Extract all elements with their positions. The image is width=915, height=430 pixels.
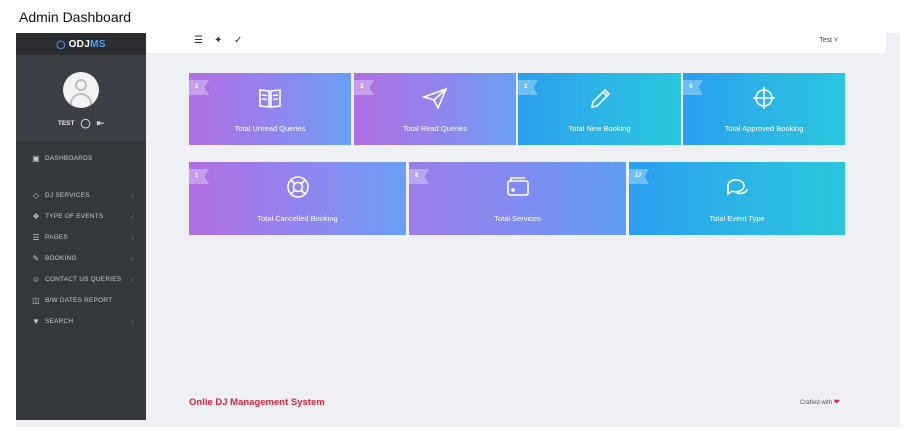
- sidebar-item-pages[interactable]: ☰ PAGES ‹: [16, 230, 146, 244]
- drop-icon: ◯: [56, 39, 66, 49]
- card-total-read-queries[interactable]: 3 Total Read Queries: [354, 73, 516, 145]
- layers-icon: ☰: [32, 232, 40, 242]
- sidebar-item-label: B/W DATES REPORT: [45, 296, 113, 304]
- crosshair-icon: [683, 86, 845, 115]
- book-icon: [189, 86, 351, 115]
- chevron-left-icon: ‹: [131, 232, 134, 242]
- sidebar-item-type-of-events[interactable]: ❖ TYPE OF EVENTS ‹: [16, 209, 146, 223]
- avatar-body-shape: [70, 93, 92, 107]
- card-label: Total Approved Booking: [724, 124, 804, 133]
- heart-icon: ❤: [833, 399, 840, 406]
- card-total-services[interactable]: 6 Total Services: [409, 162, 626, 235]
- sidebar-item-label: DASHBOARDS: [45, 154, 93, 162]
- chat-icon: [629, 175, 845, 204]
- page-caption: Admin Dashboard: [19, 9, 132, 25]
- hamburger-menu-icon[interactable]: ☰: [194, 35, 203, 46]
- sidebar-item-booking[interactable]: ✎ BOOKING ‹: [16, 251, 146, 265]
- card-total-approved-booking[interactable]: 4 Total Approved Booking: [683, 73, 845, 145]
- sidebar-item-label: SEARCH: [45, 317, 74, 325]
- footer-title: Onlie DJ Management System: [189, 397, 325, 408]
- card-total-new-booking[interactable]: 2 Total New Booking: [518, 73, 681, 145]
- sidebar-item-label: PAGES: [45, 233, 68, 241]
- wrench-icon[interactable]: ✦: [214, 35, 222, 46]
- chevron-left-icon: ‹: [131, 316, 134, 326]
- sidebar-item-dashboards[interactable]: ▣ DASHBOARDS: [16, 151, 146, 165]
- chevron-left-icon: ‹: [131, 190, 134, 200]
- chevron-left-icon: ‹: [131, 274, 134, 284]
- card-label: Total New Booking: [568, 124, 631, 133]
- sidebar-item-label: CONTACT US QUERIES: [45, 275, 122, 283]
- sidebar-item-label: DJ SERVICES: [45, 191, 90, 199]
- sidebar-item-dj-services[interactable]: ◇ DJ SERVICES ‹: [16, 188, 146, 202]
- footer-credit-text: Crafted with: [800, 400, 833, 406]
- brand-logo[interactable]: ◯ ODJ MS: [16, 33, 146, 55]
- avatar[interactable]: [63, 72, 99, 108]
- card-total-event-type[interactable]: 17 Total Event Type: [629, 162, 845, 235]
- profile-row: TEST ◯ ⇤: [58, 118, 104, 129]
- drop-status-icon[interactable]: ◯: [81, 118, 91, 129]
- brand-prefix: ODJ: [68, 38, 91, 50]
- calendar-icon: ◫: [32, 295, 40, 305]
- sidebar: ◯ ODJ MS TEST ◯ ⇤ ▣ DASHBOARDS ◇ DJ SERVI…: [16, 33, 146, 420]
- footer-credit: Crafted with ❤: [800, 398, 840, 406]
- chevron-left-icon: ‹: [131, 253, 134, 263]
- card-label: Total Event Type: [709, 214, 765, 223]
- wallet-icon: [409, 175, 626, 204]
- top-bar: ☰ ✦ ✓ Test ˅: [146, 33, 886, 53]
- card-label: Total Read Queries: [402, 124, 468, 133]
- card-total-unread-queries[interactable]: 1 Total Unread Queries: [189, 73, 351, 145]
- tag-icon: ◇: [32, 190, 40, 200]
- sidebar-item-label: BOOKING: [45, 254, 77, 262]
- sidebar-item-contact-us-queries[interactable]: ☺ CONTACT US QUERIES ‹: [16, 272, 146, 286]
- edit-icon: ✎: [32, 253, 40, 263]
- user-icon: ☺: [31, 274, 41, 284]
- brand-suffix: MS: [90, 38, 106, 50]
- card-total-cancelled-booking[interactable]: 1 Total Cancelled Booking: [189, 162, 406, 235]
- card-label: Total Services: [494, 214, 541, 223]
- card-label: Total Unread Queries: [234, 124, 306, 133]
- dashboard-icon: ▣: [32, 153, 40, 163]
- user-name: TEST: [57, 120, 75, 127]
- filter-icon: ▼: [31, 316, 41, 326]
- pencil-icon: [518, 86, 681, 115]
- sidebar-item-label: TYPE OF EVENTS: [45, 212, 104, 220]
- user-profile: TEST ◯ ⇤: [16, 55, 146, 141]
- sidebar-item-bw-dates-report[interactable]: ◫ B/W DATES REPORT: [16, 293, 146, 307]
- bolt-icon: ❖: [32, 211, 40, 221]
- card-label: Total Cancelled Booking: [257, 214, 338, 223]
- avatar-head-shape: [75, 79, 87, 91]
- chevron-left-icon: ‹: [131, 211, 134, 221]
- lifebuoy-icon: [189, 175, 406, 204]
- brush-icon[interactable]: ✓: [234, 35, 242, 46]
- send-icon: [354, 86, 516, 115]
- sidebar-item-search[interactable]: ▼ SEARCH ‹: [16, 314, 146, 328]
- logout-icon[interactable]: ⇤: [97, 118, 105, 129]
- user-menu-dropdown[interactable]: Test ˅: [819, 37, 838, 44]
